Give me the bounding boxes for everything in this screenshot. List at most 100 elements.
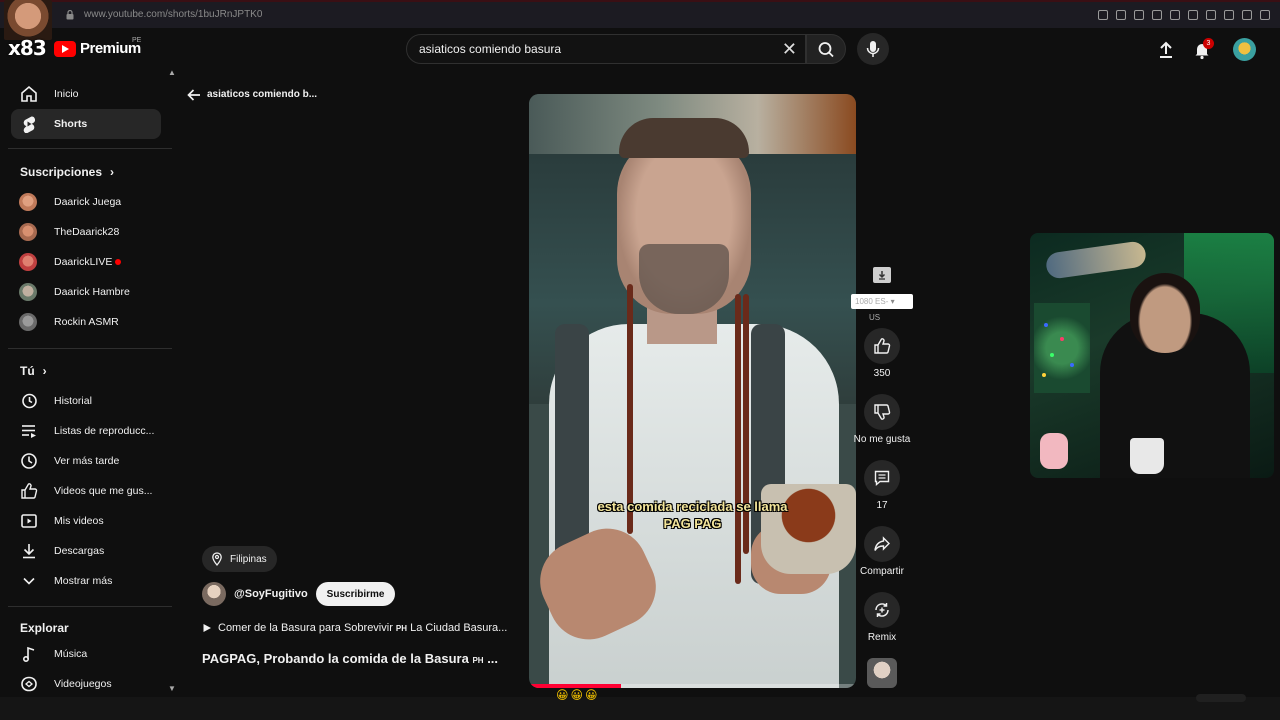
search-button[interactable]: [806, 34, 846, 64]
playlist-link[interactable]: Comer de la Basura para Sobrevivir PH La…: [202, 622, 507, 634]
sidebar-item-label: Descargas: [54, 545, 105, 557]
sidebar-item-watch-later[interactable]: Ver más tarde: [11, 446, 161, 476]
sidebar-item-downloads[interactable]: Descargas: [11, 536, 161, 566]
quality-region: US: [869, 313, 881, 322]
sound-thumbnail[interactable]: [867, 658, 897, 688]
sidebar-item-label: Historial: [54, 395, 92, 407]
channel-avatar[interactable]: [202, 582, 226, 606]
video-person-hair: [619, 118, 749, 158]
sidebar-item-subscription[interactable]: Daarick Juega: [11, 187, 161, 217]
sidebar-item-label: Listas de reproducc...: [54, 425, 155, 437]
subscriptions-heading[interactable]: Suscripciones ›: [20, 165, 114, 179]
thumbs-up-icon: [874, 338, 891, 354]
location-label: Filipinas: [230, 553, 267, 565]
collapse-caret-icon[interactable]: ▲: [168, 68, 176, 77]
pin-icon[interactable]: [1116, 10, 1126, 20]
quality-value: 1080 ES-: [855, 297, 889, 306]
bookmark-icon[interactable]: [1134, 10, 1144, 20]
sidebar-item-history[interactable]: Historial: [11, 386, 161, 416]
play-icon: [203, 624, 211, 632]
play-icon[interactable]: [1170, 10, 1180, 20]
sidebar-divider: [8, 348, 172, 349]
sidebar-item-subscription[interactable]: TheDaarick28: [11, 217, 161, 247]
remix-button[interactable]: [864, 592, 900, 628]
video-caption: esta comida reciclada se llama PAG PAG: [529, 498, 856, 532]
streamer-webcam: [1030, 233, 1274, 478]
country-code: PE: [132, 37, 142, 44]
channel-avatar: [19, 313, 37, 331]
back-arrow-icon[interactable]: [186, 87, 202, 103]
search-query-title[interactable]: asiaticos comiendo b...: [207, 89, 317, 100]
search-input[interactable]: asiaticos comiendo basura ✕: [406, 34, 806, 64]
gamepad-icon: [18, 673, 40, 695]
video-person-beard: [639, 244, 729, 314]
chevron-right-icon: ›: [42, 364, 47, 378]
download-icon: [18, 540, 40, 562]
playlist-suffix: La Ciudad Basura...: [410, 622, 508, 634]
quality-select[interactable]: 1080 ES- ▾: [851, 294, 913, 309]
sidebar-scroll-down-icon[interactable]: ▼: [168, 684, 176, 693]
sidebar: Inicio Shorts Suscripciones › Daarick Ju…: [4, 78, 172, 698]
voice-search-button[interactable]: [857, 33, 889, 65]
youtube-logo[interactable]: Premium: [54, 40, 141, 57]
playlist-title: Comer de la Basura para Sobrevivir PH La…: [218, 622, 507, 634]
sidebar-item-liked-videos[interactable]: Videos que me gus...: [11, 476, 161, 506]
dislike-button[interactable]: [864, 394, 900, 430]
caption-line: esta comida reciclada se llama: [597, 499, 788, 514]
sidebar-item-label: Mis videos: [54, 515, 104, 527]
download-button[interactable]: [873, 267, 891, 283]
subscribe-button[interactable]: Suscribirme: [315, 582, 396, 606]
sidebar-item-subscription[interactable]: Daarick Hambre: [11, 277, 161, 307]
lock-icon[interactable]: [1224, 10, 1234, 20]
you-heading[interactable]: Tú ›: [20, 364, 47, 378]
comments-button[interactable]: [864, 460, 900, 496]
chevron-right-icon: ›: [110, 165, 115, 179]
url-bar[interactable]: www.youtube.com/shorts/1buJRnJPTK0: [84, 9, 262, 20]
bottom-bar: [0, 697, 1280, 720]
download-icon[interactable]: [1242, 10, 1252, 20]
video-title-text: PAGPAG, Probando la comida de la Basura: [202, 651, 469, 666]
sidebar-item-music[interactable]: Música: [11, 639, 161, 669]
dislike-label: No me gusta: [853, 434, 911, 445]
sidebar-item-shorts[interactable]: Shorts: [11, 109, 161, 139]
shield-icon[interactable]: [1152, 10, 1162, 20]
thumbs-up-icon: [18, 480, 40, 502]
music-icon: [18, 643, 40, 665]
webcam-mug: [1130, 438, 1164, 474]
heart-icon[interactable]: [1188, 10, 1198, 20]
sidebar-item-subscription[interactable]: DaarickLIVE: [11, 247, 161, 277]
sidebar-item-show-more[interactable]: Mostrar más: [11, 566, 161, 596]
chevron-down-icon: [18, 570, 40, 592]
menu-icon[interactable]: [1260, 10, 1270, 20]
bottom-emoji: 😀😀😀: [556, 688, 600, 702]
share-button[interactable]: [864, 526, 900, 562]
streamer-tag: x83: [8, 36, 47, 60]
short-video-player[interactable]: esta comida reciclada se llama PAG PAG: [529, 94, 856, 688]
extension-icon[interactable]: [1206, 10, 1216, 20]
sidebar-item-subscription[interactable]: Rockin ASMR: [11, 307, 161, 337]
browser-toolbar: www.youtube.com/shorts/1buJRnJPTK0: [0, 0, 1280, 28]
like-button[interactable]: [864, 328, 900, 364]
comment-icon: [874, 470, 890, 487]
microphone-icon: [866, 41, 880, 57]
sidebar-item-home[interactable]: Inicio: [11, 79, 161, 109]
sidebar-item-label: Daarick Hambre: [54, 286, 130, 298]
sidebar-item-label: Rockin ASMR: [54, 316, 119, 328]
upload-icon[interactable]: [1156, 40, 1176, 60]
video-title[interactable]: PAGPAG, Probando la comida de la Basura …: [202, 651, 498, 666]
location-chip[interactable]: Filipinas: [202, 546, 277, 572]
you-title: Tú: [20, 364, 35, 378]
sidebar-item-playlists[interactable]: Listas de reproducc...: [11, 416, 161, 446]
browser-extension-icons: [1098, 10, 1270, 20]
video-dreadlock: [735, 294, 741, 584]
sidebar-item-my-videos[interactable]: Mis videos: [11, 506, 161, 536]
clear-search-icon[interactable]: ✕: [782, 40, 797, 58]
sidebar-item-label: Mostrar más: [54, 575, 113, 587]
zoom-icon[interactable]: [1098, 10, 1108, 20]
dropdown-caret-icon: ▾: [890, 297, 895, 306]
sidebar-item-gaming[interactable]: Videojuegos: [11, 669, 161, 699]
channel-name[interactable]: @SoyFugitivo: [234, 588, 308, 600]
webcam-sticker: [1040, 433, 1068, 469]
account-avatar[interactable]: [1233, 38, 1256, 61]
playlist-text: Comer de la Basura para Sobrevivir: [218, 622, 393, 634]
